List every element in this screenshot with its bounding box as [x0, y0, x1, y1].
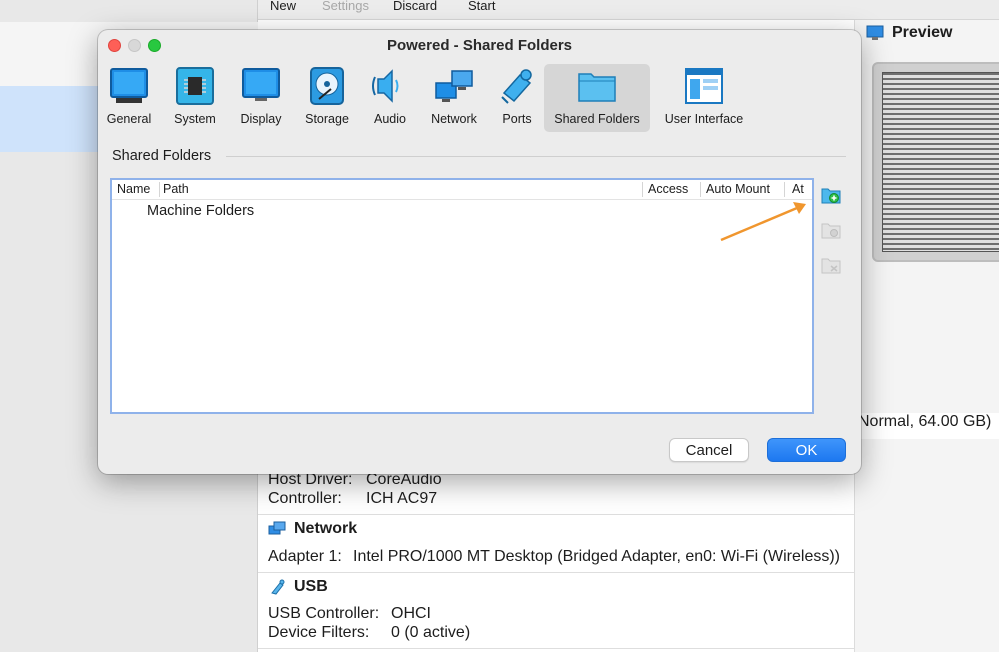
edit-folder-button [820, 219, 842, 241]
tab-general-label: General [106, 112, 152, 126]
network-section-title: Network [294, 520, 358, 537]
settings-tab-bar: General System Display Storage Audio Net… [98, 64, 758, 132]
shared-folders-table[interactable]: Name Path Access Auto Mount At Machine F… [110, 178, 814, 414]
monitor-icon [866, 25, 884, 40]
tab-network-label: Network [431, 112, 477, 126]
network-icon [434, 66, 474, 106]
preview-header: Preview [866, 24, 952, 42]
tab-general[interactable]: General [98, 64, 160, 132]
storage-icon [307, 66, 347, 106]
user-interface-icon [684, 66, 724, 106]
tab-storage[interactable]: Storage [292, 64, 362, 132]
system-icon [175, 66, 215, 106]
column-at[interactable]: At [792, 182, 804, 196]
network-icon [268, 521, 286, 535]
storage-summary: Normal, 64.00 GB) [854, 413, 999, 439]
usb-icon [271, 579, 285, 595]
add-folder-button[interactable] [820, 184, 842, 206]
discard-button[interactable]: Discard [393, 0, 437, 13]
settings-dialog: Powered - Shared Folders General System … [98, 30, 861, 474]
settings-button: Settings [322, 0, 369, 13]
manager-toolbar: New Settings Discard Start [258, 0, 999, 20]
ok-button[interactable]: OK [767, 438, 846, 462]
dialog-titlebar[interactable]: Powered - Shared Folders [98, 30, 861, 60]
new-button[interactable]: New [270, 0, 296, 13]
edit-folder-icon [821, 223, 841, 239]
network-adapter-value: Intel PRO/1000 MT Desktop (Bridged Adapt… [353, 548, 840, 565]
tab-shared-folders-label: Shared Folders [554, 112, 640, 126]
column-access[interactable]: Access [648, 182, 688, 196]
tab-storage-label: Storage [305, 112, 349, 126]
tab-ports[interactable]: Ports [490, 64, 544, 132]
column-auto-mount[interactable]: Auto Mount [706, 182, 770, 196]
display-icon [241, 66, 281, 106]
tab-network[interactable]: Network [418, 64, 490, 132]
tab-audio-label: Audio [374, 112, 406, 126]
tab-audio[interactable]: Audio [362, 64, 418, 132]
usb-filters-value: 0 (0 active) [391, 624, 471, 641]
add-folder-icon [821, 188, 841, 204]
tab-system-label: System [174, 112, 216, 126]
audio-controller-label: Controller: [268, 490, 342, 507]
usb-controller-label: USB Controller: [268, 605, 380, 622]
column-name[interactable]: Name [117, 182, 150, 196]
tab-display[interactable]: Display [230, 64, 292, 132]
remove-folder-icon [821, 258, 841, 274]
network-adapter-label: Adapter 1: [268, 548, 342, 565]
network-section-header[interactable]: Network [268, 520, 357, 538]
cancel-button[interactable]: Cancel [669, 438, 749, 462]
usb-section-header[interactable]: USB [268, 578, 328, 596]
usb-controller-value: OHCI [391, 605, 431, 622]
audio-icon [370, 66, 410, 106]
vm-preview-thumbnail [872, 62, 999, 262]
audio-controller-value: ICH AC97 [366, 490, 438, 507]
section-title: Shared Folders [112, 148, 212, 164]
remove-folder-button [820, 254, 842, 276]
ports-icon [497, 66, 537, 106]
start-button[interactable]: Start [468, 0, 495, 13]
tab-ports-label: Ports [502, 112, 532, 126]
tab-user-interface-label: User Interface [664, 112, 744, 126]
usb-section-title: USB [294, 578, 328, 595]
preview-title: Preview [892, 24, 953, 41]
tab-system[interactable]: System [160, 64, 230, 132]
section-divider [226, 156, 846, 157]
general-icon [109, 66, 149, 106]
tab-user-interface[interactable]: User Interface [650, 64, 758, 132]
dialog-title: Powered - Shared Folders [386, 37, 573, 54]
tab-shared-folders[interactable]: Shared Folders [544, 64, 650, 132]
column-path[interactable]: Path [163, 182, 189, 196]
table-header: Name Path Access Auto Mount At [112, 180, 812, 200]
usb-filters-label: Device Filters: [268, 624, 370, 641]
tab-display-label: Display [240, 112, 282, 126]
table-row[interactable]: Machine Folders [147, 203, 254, 219]
shared-folders-icon [577, 66, 617, 106]
